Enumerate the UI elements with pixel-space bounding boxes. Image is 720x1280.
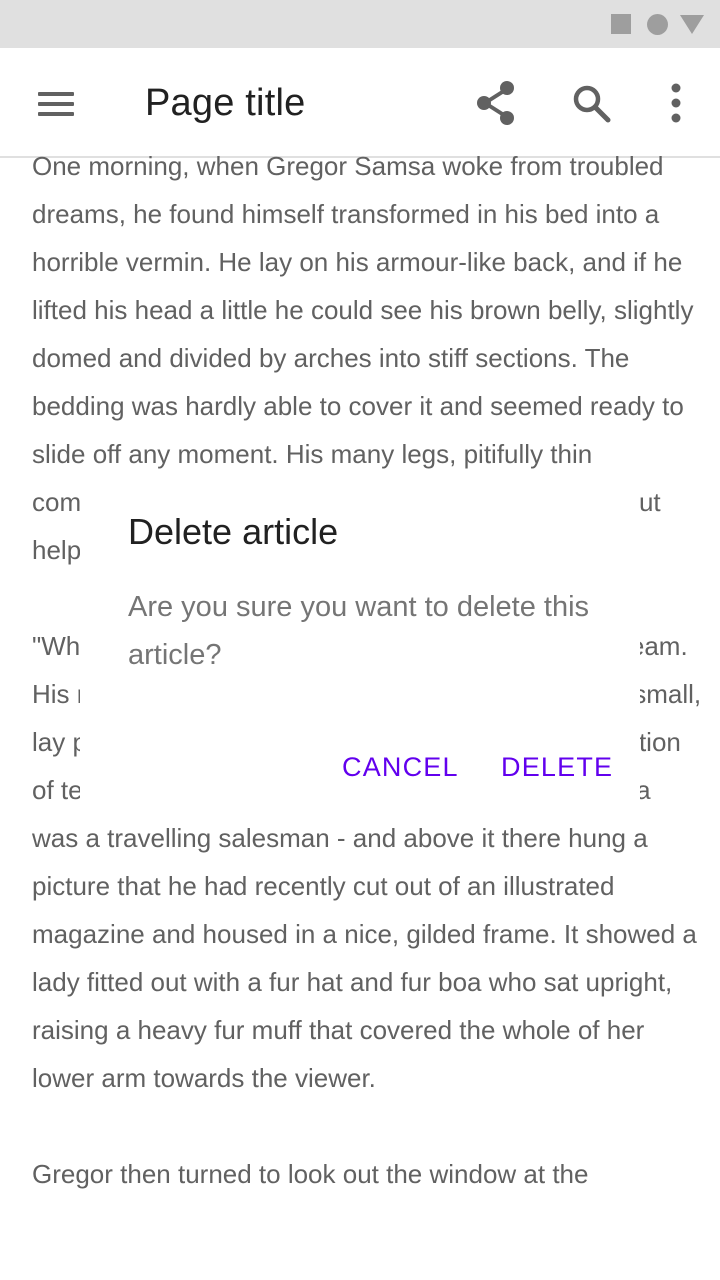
status-icons [0,0,720,48]
dialog-message: Are you sure you want to delete this art… [128,591,590,671]
search-icon [573,85,611,123]
search-button[interactable] [563,74,619,132]
cancel-button[interactable]: CANCEL [342,743,459,791]
page-title: Page title [145,82,306,124]
dialog-title: Delete article [128,511,339,552]
more-options-button[interactable] [648,74,704,132]
status-bar [0,0,720,48]
share-button[interactable] [468,74,524,132]
delete-button[interactable]: DELETE [501,743,613,791]
delete-dialog: Delete article Are you sure you want to … [80,473,640,818]
circle-icon [647,14,668,35]
article-paragraph: Gregor then turned to look out the windo… [32,1159,589,1189]
share-icon [477,81,514,125]
screen: Page title One morning, when Gregor Sams… [0,0,720,1280]
menu-button[interactable] [24,78,88,130]
triangle-icon [680,15,704,34]
square-icon [611,14,631,34]
more-vert-icon [671,83,681,123]
